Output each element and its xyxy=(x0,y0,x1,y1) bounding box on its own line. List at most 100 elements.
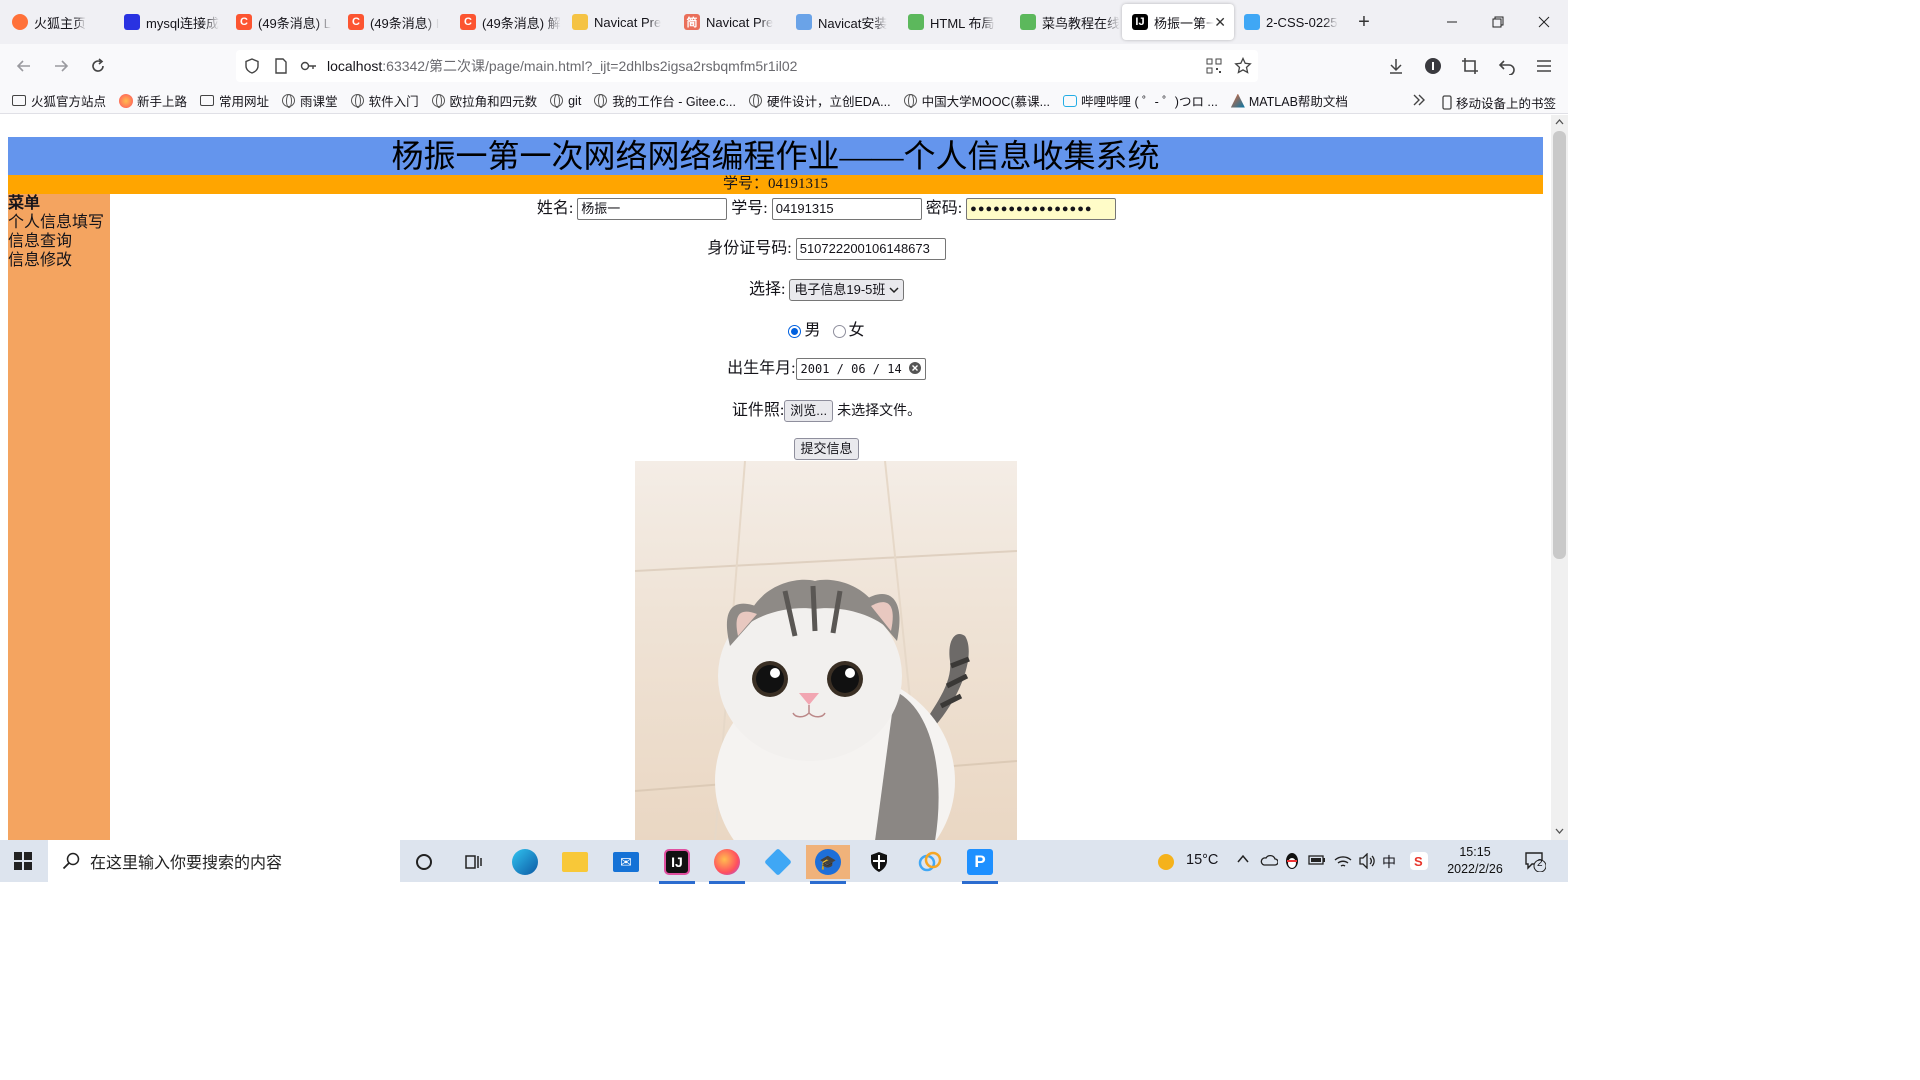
browser-tab[interactable]: C (49条消息) L xyxy=(226,4,338,40)
password-input[interactable]: ●●●●●●●●●●●●●●●● xyxy=(966,198,1117,221)
gender-male-radio[interactable] xyxy=(788,324,802,338)
class-select[interactable]: 电子信息19-5班 xyxy=(789,279,905,302)
shield-icon[interactable] xyxy=(244,58,260,74)
birth-date-input[interactable]: 2001 / 06 / 14 xyxy=(795,358,926,381)
taskbar-app-rings[interactable] xyxy=(908,845,952,879)
bookmark-item[interactable]: 常用网址 xyxy=(200,91,269,110)
bookmark-item[interactable]: 硬件设计，立创EDA... xyxy=(748,91,891,110)
start-button[interactable] xyxy=(14,852,32,873)
bookmark-item[interactable]: 软件入门 xyxy=(350,91,419,110)
app-menu-button[interactable] xyxy=(1528,50,1560,82)
scroll-down-arrow-icon[interactable] xyxy=(1555,828,1564,834)
page-icon[interactable] xyxy=(274,58,288,74)
bookmark-item[interactable]: MATLAB帮助文档 xyxy=(1230,91,1348,110)
notification-center-button[interactable]: 2 xyxy=(1524,850,1547,875)
folder-icon xyxy=(12,95,26,106)
close-window-button[interactable] xyxy=(1521,0,1567,44)
browser-tab[interactable]: IJ 杨振一第一 ✕ xyxy=(1122,4,1234,40)
taskbar-file-explorer[interactable] xyxy=(553,845,597,879)
clear-date-icon[interactable] xyxy=(908,362,921,375)
weather-sun-icon[interactable] xyxy=(1156,852,1176,872)
account-button[interactable] xyxy=(1417,50,1449,82)
menu-item-fill-info[interactable]: 个人信息填写 xyxy=(8,213,110,232)
browser-tab[interactable]: mysql连接成 xyxy=(114,4,226,40)
vertical-scrollbar[interactable] xyxy=(1551,115,1568,840)
bookmark-item[interactable]: git xyxy=(550,94,581,108)
bookmark-item[interactable]: 哔哩哔哩 ( ゜- ゜)つロ ... xyxy=(1063,91,1218,110)
bookmark-label: 新手上路 xyxy=(137,95,188,109)
browser-tab[interactable]: C (49条消息) I xyxy=(338,4,450,40)
bookmark-item[interactable]: 火狐官方站点 xyxy=(12,91,106,110)
qq-penguin-icon[interactable] xyxy=(1285,852,1299,870)
browser-tab[interactable]: 火狐主页 xyxy=(2,4,114,40)
sogou-ime-icon[interactable]: S xyxy=(1410,852,1428,870)
taskbar-security[interactable] xyxy=(857,845,901,879)
taskbar-app-diamond[interactable] xyxy=(756,845,800,879)
browser-tab[interactable]: 菜鸟教程在线 xyxy=(1010,4,1122,40)
back-button[interactable] xyxy=(8,50,40,82)
reload-button[interactable] xyxy=(82,50,114,82)
forward-button[interactable] xyxy=(45,50,77,82)
scrollbar-thumb[interactable] xyxy=(1553,131,1566,559)
taskbar-edge[interactable] xyxy=(503,845,547,879)
battery-icon[interactable] xyxy=(1308,854,1326,866)
address-bar[interactable]: localhost:63342/第二次课/page/main.html?_ijt… xyxy=(236,50,1258,82)
onedrive-cloud-icon[interactable] xyxy=(1260,854,1278,866)
form-row-idcard: 身份证号码: 510722200106148673 xyxy=(110,234,1543,261)
wifi-icon[interactable] xyxy=(1334,853,1352,869)
url-text[interactable]: localhost:63342/第二次课/page/main.html?_ijt… xyxy=(327,56,797,76)
restore-button[interactable] xyxy=(1475,0,1521,44)
scroll-up-arrow-icon[interactable] xyxy=(1555,119,1564,125)
undo-button[interactable] xyxy=(1491,50,1523,82)
close-tab-icon[interactable]: ✕ xyxy=(1214,14,1226,31)
gender-female-radio[interactable] xyxy=(832,324,846,338)
minimize-button[interactable] xyxy=(1429,0,1475,44)
bookmark-item[interactable]: 欧拉角和四元数 xyxy=(431,91,537,110)
runoob-icon xyxy=(1020,14,1036,30)
taskbar-search-placeholder: 在这里输入你要搜索的内容 xyxy=(90,853,283,872)
taskbar-rain-classroom[interactable]: 🎓 xyxy=(806,845,850,884)
browser-tab[interactable]: HTML 布局 xyxy=(898,4,1010,40)
bookmark-item[interactable]: 雨课堂 xyxy=(282,91,338,110)
browser-tab[interactable]: 简 Navicat Pre xyxy=(674,4,786,40)
name-input[interactable]: 杨振一 xyxy=(577,198,728,221)
globe-icon xyxy=(431,94,445,108)
temperature-text[interactable]: 15°C xyxy=(1186,852,1218,868)
star-bookmark-icon[interactable] xyxy=(1234,57,1252,75)
browser-tab[interactable]: 2-CSS-0225 xyxy=(1234,4,1346,40)
idcard-input[interactable]: 510722200106148673 xyxy=(795,238,946,261)
student-id-input[interactable]: 04191315 xyxy=(771,198,922,221)
bookmark-item[interactable]: 我的工作台 - Gitee.c... xyxy=(594,91,736,110)
taskbar-mail[interactable]: ✉ xyxy=(604,845,648,879)
menu-item-edit-info[interactable]: 信息修改 xyxy=(8,251,110,270)
browser-tab[interactable]: Navicat安装 xyxy=(786,4,898,40)
taskbar-intellij[interactable]: IJ xyxy=(655,845,699,884)
submit-button[interactable]: 提交信息 xyxy=(794,438,859,460)
clock[interactable]: 15:15 2022/2/26 xyxy=(1440,844,1510,878)
menu-item-query-info[interactable]: 信息查询 xyxy=(8,232,110,251)
browse-file-button[interactable]: 浏览... xyxy=(784,400,834,423)
taskbar-pycharm[interactable]: P xyxy=(958,845,1002,884)
qr-code-icon[interactable] xyxy=(1206,58,1222,74)
downloads-button[interactable] xyxy=(1380,50,1412,82)
browser-tab[interactable]: Navicat Pre xyxy=(562,4,674,40)
mobile-bookmarks[interactable]: 移动设备上的书签 xyxy=(1442,93,1556,112)
bookmark-item[interactable]: 新手上路 xyxy=(119,91,187,110)
cortana-button[interactable] xyxy=(402,845,446,879)
screenshot-button[interactable] xyxy=(1454,50,1486,82)
task-view-button[interactable] xyxy=(452,845,496,879)
new-tab-button[interactable]: + xyxy=(1346,4,1382,40)
volume-icon[interactable] xyxy=(1358,853,1376,869)
bookmark-label: 硬件设计，立创EDA... xyxy=(766,95,891,109)
bookmarks-overflow-button[interactable] xyxy=(1411,92,1427,111)
ime-indicator[interactable]: 中 xyxy=(1382,852,1396,872)
key-icon[interactable] xyxy=(300,58,318,74)
tab-strip: 火狐主页 mysql连接成 C (49条消息) L C (49条消息) I C (49条消息)… xyxy=(0,0,1568,44)
bookmark-item[interactable]: 中国大学MOOC(慕课... xyxy=(903,91,1050,110)
chevron-up-icon[interactable] xyxy=(1237,854,1249,864)
student-id-label: 学号: xyxy=(731,200,768,217)
browser-tab[interactable]: C (49条消息) 解 xyxy=(450,4,562,40)
bookmarks-toolbar: 火狐官方站点 新手上路 常用网址 雨课堂 软件入门 欧拉角和四元数 git 我的工作台 - G… xyxy=(0,88,1568,114)
taskbar-search-box[interactable]: 在这里输入你要搜索的内容 xyxy=(48,840,400,882)
taskbar-firefox[interactable] xyxy=(705,845,749,884)
